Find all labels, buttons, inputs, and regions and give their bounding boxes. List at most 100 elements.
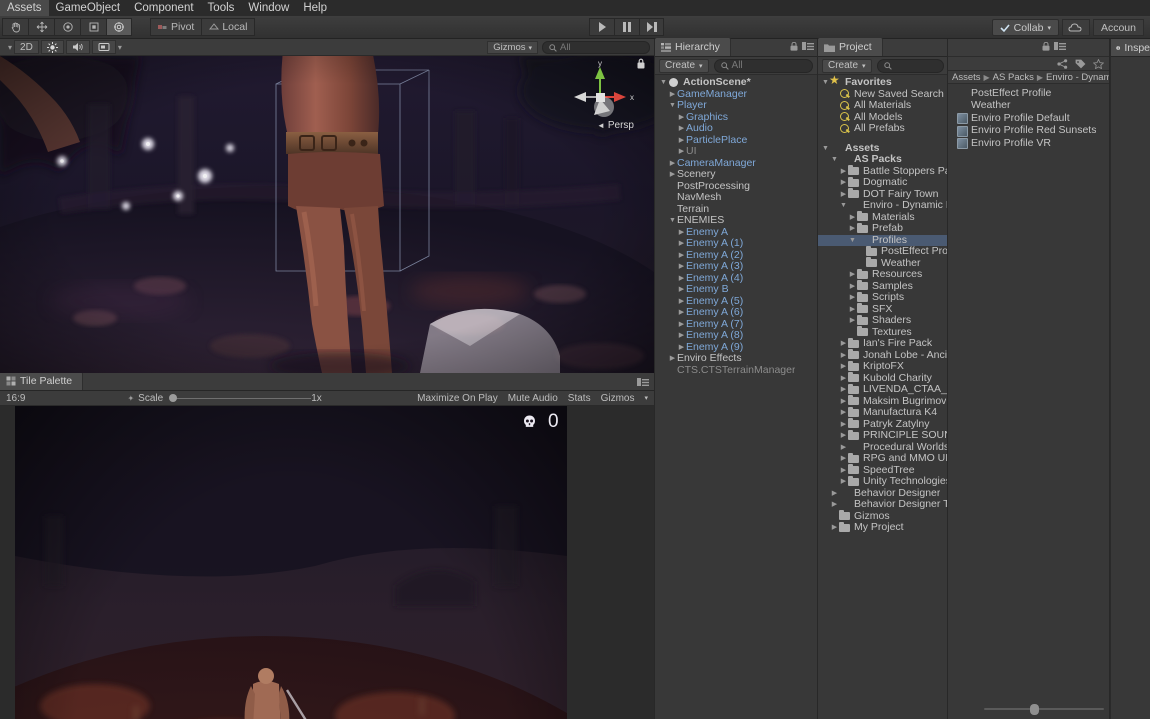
chevron-right-icon[interactable]: ▶ xyxy=(839,419,848,431)
project-tree-item[interactable]: ▶All Prefabs xyxy=(818,123,948,135)
hierarchy-item[interactable]: ▶ Scenery xyxy=(655,169,817,181)
cloud-icon[interactable] xyxy=(1061,19,1090,36)
chevron-right-icon[interactable]: ▶ xyxy=(677,135,686,147)
menu-item-component[interactable]: Component xyxy=(127,0,200,16)
hierarchy-item[interactable]: ▼ Player xyxy=(655,100,817,112)
chevron-down-icon[interactable]: ▼ xyxy=(821,143,830,155)
hierarchy-item[interactable]: ▼ ENEMIES xyxy=(655,215,817,227)
breadcrumb-item[interactable]: AS Packs xyxy=(993,72,1034,83)
project-tree-item[interactable]: ▶Textures xyxy=(818,326,948,339)
project-tree-item[interactable]: ▶ Materials xyxy=(818,211,948,224)
project-tree-item[interactable]: ▶PostEffect Profil xyxy=(818,245,948,258)
menu-item-gameobject[interactable]: GameObject xyxy=(49,0,128,16)
pause-button[interactable] xyxy=(614,18,639,36)
chevron-down-icon[interactable]: ▼ xyxy=(659,77,668,89)
project-tree-item[interactable]: ▶ KriptoFX xyxy=(818,360,948,373)
project-tree-item[interactable]: ▶ SpeedTree xyxy=(818,464,948,477)
chevron-right-icon[interactable]: ▶ xyxy=(677,307,686,319)
rect-tool-icon[interactable] xyxy=(106,18,132,36)
project-tree-item[interactable]: ▶ Behavior Designer Tuto xyxy=(818,499,948,511)
hierarchy-item[interactable]: ▶PostProcessing xyxy=(655,181,817,193)
hierarchy-search-input[interactable]: All xyxy=(713,58,813,73)
menu-item-assets[interactable]: Assets xyxy=(0,0,49,16)
chevron-right-icon[interactable]: ▶ xyxy=(839,442,848,454)
hierarchy-item[interactable]: ▶ GameManager xyxy=(655,89,817,101)
project-tree-item[interactable]: ▼ AS Packs xyxy=(818,154,948,166)
tab-hierarchy[interactable]: Hierarchy xyxy=(655,38,731,56)
pivot-toggle-button[interactable]: Pivot xyxy=(150,18,202,36)
local-toggle-button[interactable]: Local xyxy=(201,18,256,36)
scene-render-canvas[interactable]: y x ◄ Persp xyxy=(0,47,654,373)
project-tree-item[interactable]: ▶ Kubold Charity xyxy=(818,372,948,385)
chevron-right-icon[interactable]: ▶ xyxy=(839,476,848,488)
chevron-right-icon[interactable]: ▶ xyxy=(839,361,848,373)
project-content-item[interactable]: Enviro Profile VR xyxy=(948,137,1110,150)
rotate-tool-icon[interactable] xyxy=(54,18,80,36)
hierarchy-item[interactable]: ▶NavMesh xyxy=(655,192,817,204)
project-tree-item[interactable]: ▶All Materials xyxy=(818,100,948,112)
tab-tile-palette[interactable]: Tile Palette xyxy=(0,373,84,390)
mute-audio-button[interactable]: Mute Audio xyxy=(508,393,558,404)
scale-tool-icon[interactable] xyxy=(80,18,106,36)
hierarchy-item[interactable]: ▶ Enemy A (2) xyxy=(655,250,817,262)
chevron-down-icon[interactable]: ▼ xyxy=(668,100,677,112)
maximize-on-play-button[interactable]: Maximize On Play xyxy=(417,393,498,404)
project-zoom-slider[interactable] xyxy=(984,703,1104,715)
project-tree-item[interactable]: ▶ PRINCIPLE SOUND D xyxy=(818,429,948,442)
project-tree-item[interactable]: ▶ Procedural Worlds xyxy=(818,442,948,454)
project-tree-item[interactable]: ▶ Samples xyxy=(818,280,948,293)
chevron-right-icon[interactable]: ▶ xyxy=(668,353,677,365)
chevron-down-icon[interactable]: ▾ xyxy=(644,394,648,402)
project-tree-item[interactable]: ▶New Saved Search xyxy=(818,89,948,101)
collab-button[interactable]: Collab ▾ xyxy=(991,19,1059,36)
chevron-right-icon[interactable]: ▶ xyxy=(848,315,857,327)
game-tab-options[interactable] xyxy=(637,378,649,387)
account-button[interactable]: Accoun xyxy=(1092,19,1144,36)
breadcrumb-item[interactable]: Assets xyxy=(952,72,981,83)
chevron-right-icon[interactable]: ▶ xyxy=(677,342,686,354)
hierarchy-item[interactable]: ▶ ParticlePlace xyxy=(655,135,817,147)
project-tree-item[interactable]: ▶ My Project xyxy=(818,521,948,534)
tab-inspector[interactable]: Inspe xyxy=(1111,39,1150,57)
chevron-right-icon[interactable]: ▶ xyxy=(839,189,848,201)
hierarchy-tree[interactable]: ▼ ActionScene* ▶ GameManager ▼ Player ▶ Graphic… xyxy=(655,75,817,715)
project-tree-item[interactable]: ▶ Dogmatic xyxy=(818,176,948,189)
chevron-right-icon[interactable]: ▶ xyxy=(830,488,839,500)
stats-button[interactable]: Stats xyxy=(568,393,591,404)
project-tree-item[interactable]: ▼Favorites xyxy=(818,75,948,89)
chevron-right-icon[interactable]: ▶ xyxy=(839,338,848,350)
chevron-down-icon[interactable]: ▼ xyxy=(839,200,848,212)
step-button[interactable] xyxy=(639,18,664,36)
hierarchy-item[interactable]: ▶ Audio xyxy=(655,123,817,135)
project-tree-item[interactable]: ▼ Enviro - Dynamic En xyxy=(818,200,948,212)
lock-icon[interactable] xyxy=(790,42,798,51)
project-content-item[interactable]: Weather xyxy=(948,100,1110,113)
hierarchy-item[interactable]: ▶ Enemy A (3) xyxy=(655,261,817,273)
chevron-right-icon[interactable]: ▶ xyxy=(830,522,839,534)
project-tree-item[interactable]: ▶ Shaders xyxy=(818,314,948,327)
hierarchy-item[interactable]: ▶ Enviro Effects xyxy=(655,353,817,365)
chevron-right-icon[interactable]: ▶ xyxy=(677,296,686,308)
breadcrumb[interactable]: Assets ▶ AS Packs ▶ Enviro - Dynam xyxy=(948,71,1110,84)
project-tree-item[interactable]: ▶ Scripts xyxy=(818,291,948,304)
project-tree-item[interactable]: ▶ Resources xyxy=(818,268,948,281)
hierarchy-item[interactable]: ▶ Enemy A (8) xyxy=(655,330,817,342)
project-zoom-knob[interactable] xyxy=(1029,703,1039,715)
project-tree-item[interactable]: ▶ Maksim Bugrimov xyxy=(818,395,948,408)
tab-project[interactable]: Project xyxy=(818,38,883,56)
game-render-canvas[interactable]: 0 FPS xyxy=(15,406,567,719)
project-tree-item[interactable]: ▼ Profiles xyxy=(818,234,948,247)
project-tree-item[interactable]: ▶ LIVENDA_CTAA_VR xyxy=(818,383,948,396)
hierarchy-item[interactable]: ▼ ActionScene* xyxy=(655,77,817,89)
chevron-right-icon[interactable]: ▶ xyxy=(848,281,857,293)
hierarchy-item[interactable]: ▶ Graphics xyxy=(655,112,817,124)
hierarchy-item[interactable]: ▶ Enemy A (5) xyxy=(655,296,817,308)
hand-tool-icon[interactable] xyxy=(2,18,28,36)
chevron-right-icon[interactable]: ▶ xyxy=(668,158,677,170)
scene-dropdown-icon[interactable]: ▾ xyxy=(8,43,12,52)
chevron-right-icon[interactable]: ▶ xyxy=(839,407,848,419)
play-button[interactable] xyxy=(589,18,614,36)
chevron-down-icon[interactable]: ▼ xyxy=(848,235,857,247)
divider-scene-hierarchy[interactable] xyxy=(654,39,655,719)
chevron-right-icon[interactable]: ▶ xyxy=(677,146,686,158)
